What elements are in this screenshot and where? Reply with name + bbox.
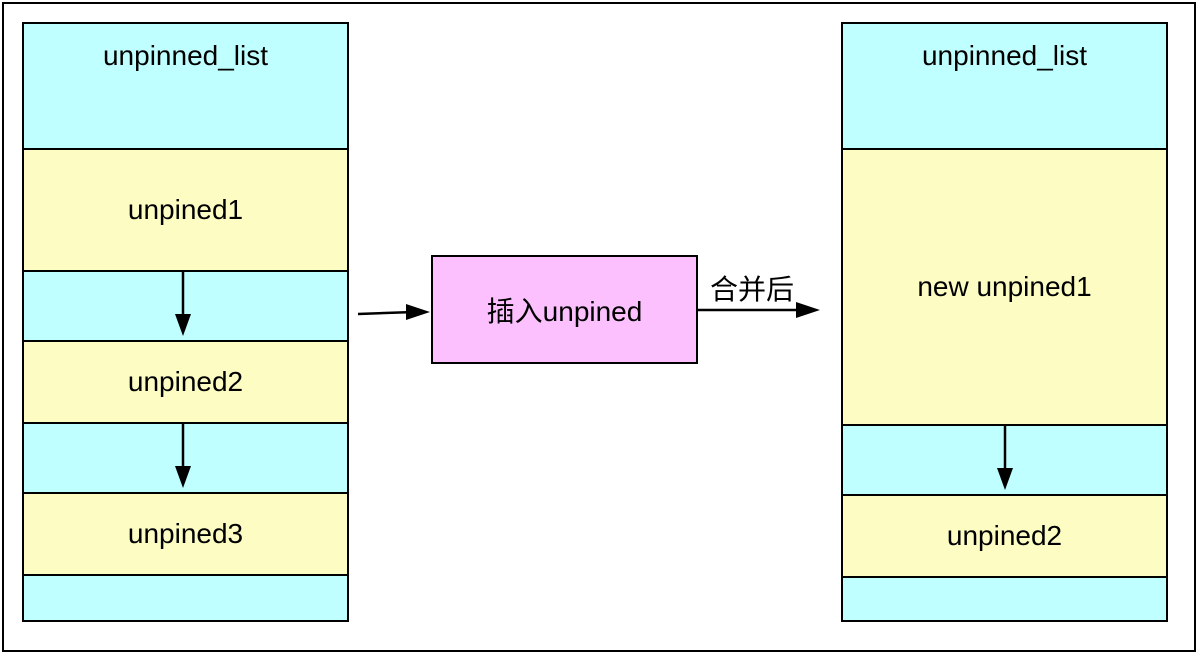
left-list-item-2: unpined2 — [24, 340, 347, 422]
right-list-tail — [843, 576, 1166, 620]
left-list-item-1: unpined1 — [24, 148, 347, 270]
right-unpinned-list: unpinned_list new unpined1 unpined2 — [841, 22, 1168, 622]
insert-operation-box: 插入unpined — [431, 255, 698, 364]
left-list-link-gap-2 — [24, 422, 347, 492]
right-list-header: unpinned_list — [843, 24, 1166, 148]
left-list-tail — [24, 574, 347, 620]
left-list-item-3: unpined3 — [24, 492, 347, 574]
left-list-link-gap-1 — [24, 270, 347, 340]
right-list-item-2: unpined2 — [843, 494, 1166, 576]
merge-result-label: 合并后 — [710, 274, 795, 305]
left-unpinned-list: unpinned_list unpined1 unpined2 unpined3 — [22, 22, 349, 622]
left-list-header: unpinned_list — [24, 24, 347, 148]
right-list-link-gap — [843, 424, 1166, 494]
right-list-item-1: new unpined1 — [843, 148, 1166, 424]
